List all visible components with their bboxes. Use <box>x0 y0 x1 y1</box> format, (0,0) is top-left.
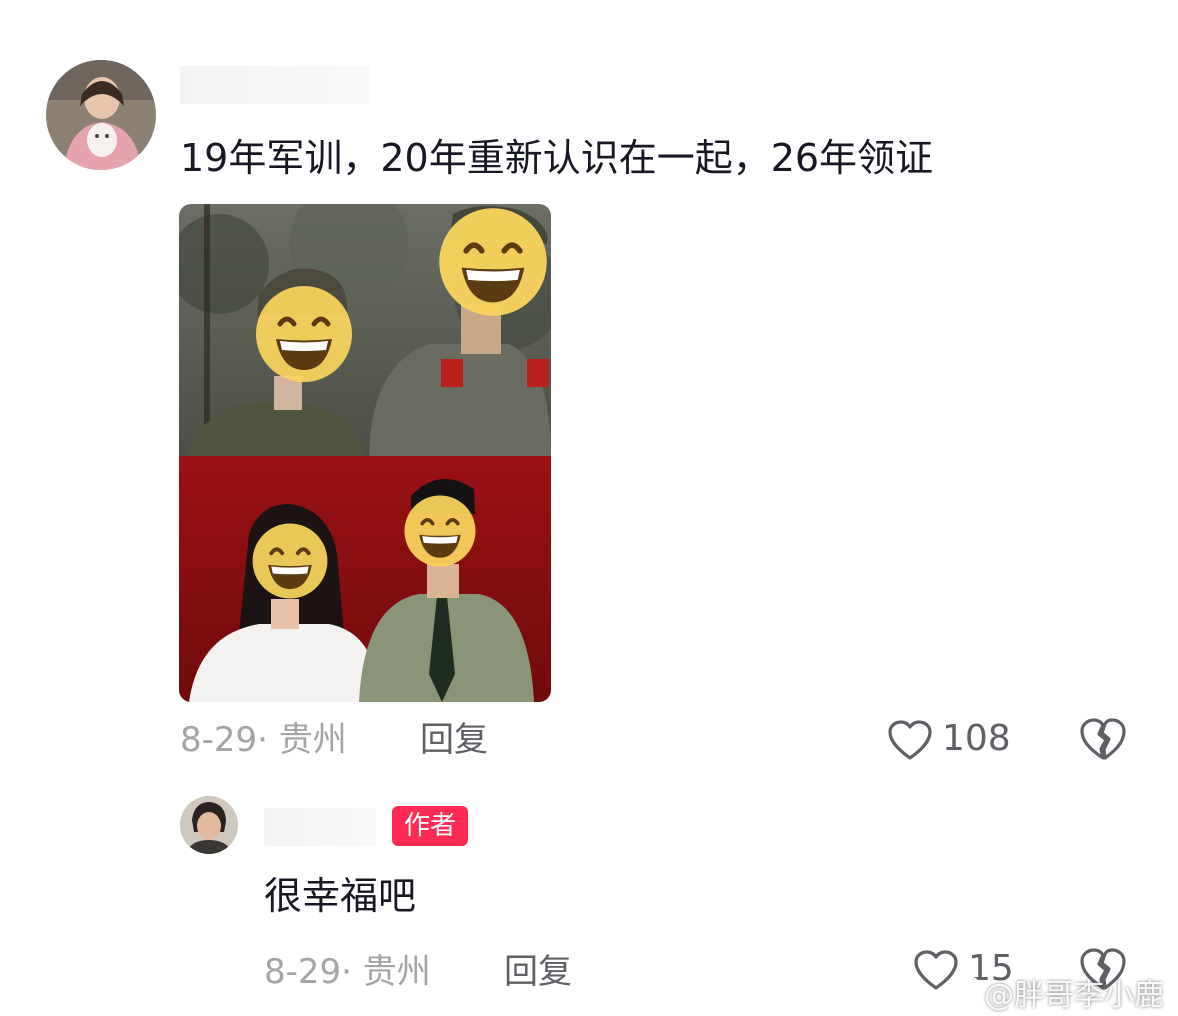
broken-heart-icon[interactable] <box>1078 716 1128 762</box>
grinning-face-icon <box>404 495 476 567</box>
grinning-face-icon <box>256 286 352 382</box>
weibo-icon <box>944 976 980 1006</box>
grinning-face-icon <box>252 523 328 599</box>
comment-like-count: 108 <box>942 718 1011 759</box>
heart-outline-icon <box>888 720 932 760</box>
author-badge: 作者 <box>392 806 469 846</box>
reply-author-avatar[interactable] <box>180 796 238 854</box>
reply-text: 很幸福吧 <box>264 874 417 918</box>
comment-like-button[interactable]: 108 <box>886 714 1016 766</box>
comment-photo[interactable] <box>179 204 551 702</box>
commenter-avatar[interactable] <box>46 60 156 170</box>
commenter-name-redacted[interactable] <box>180 66 370 104</box>
watermark-text: @胖哥李小鹿 <box>984 978 1164 1013</box>
reply-author-name-redacted[interactable] <box>264 808 376 846</box>
comment-date-location: 8-29· 贵州 <box>180 720 347 760</box>
grinning-face-icon <box>439 208 547 316</box>
comment-reply-button[interactable]: 回复 <box>420 718 488 762</box>
comment-text: 19年军训，20年重新认识在一起，26年领证 <box>180 136 934 180</box>
reply-reply-button[interactable]: 回复 <box>504 950 572 994</box>
reply-date-location: 8-29· 贵州 <box>264 952 431 992</box>
